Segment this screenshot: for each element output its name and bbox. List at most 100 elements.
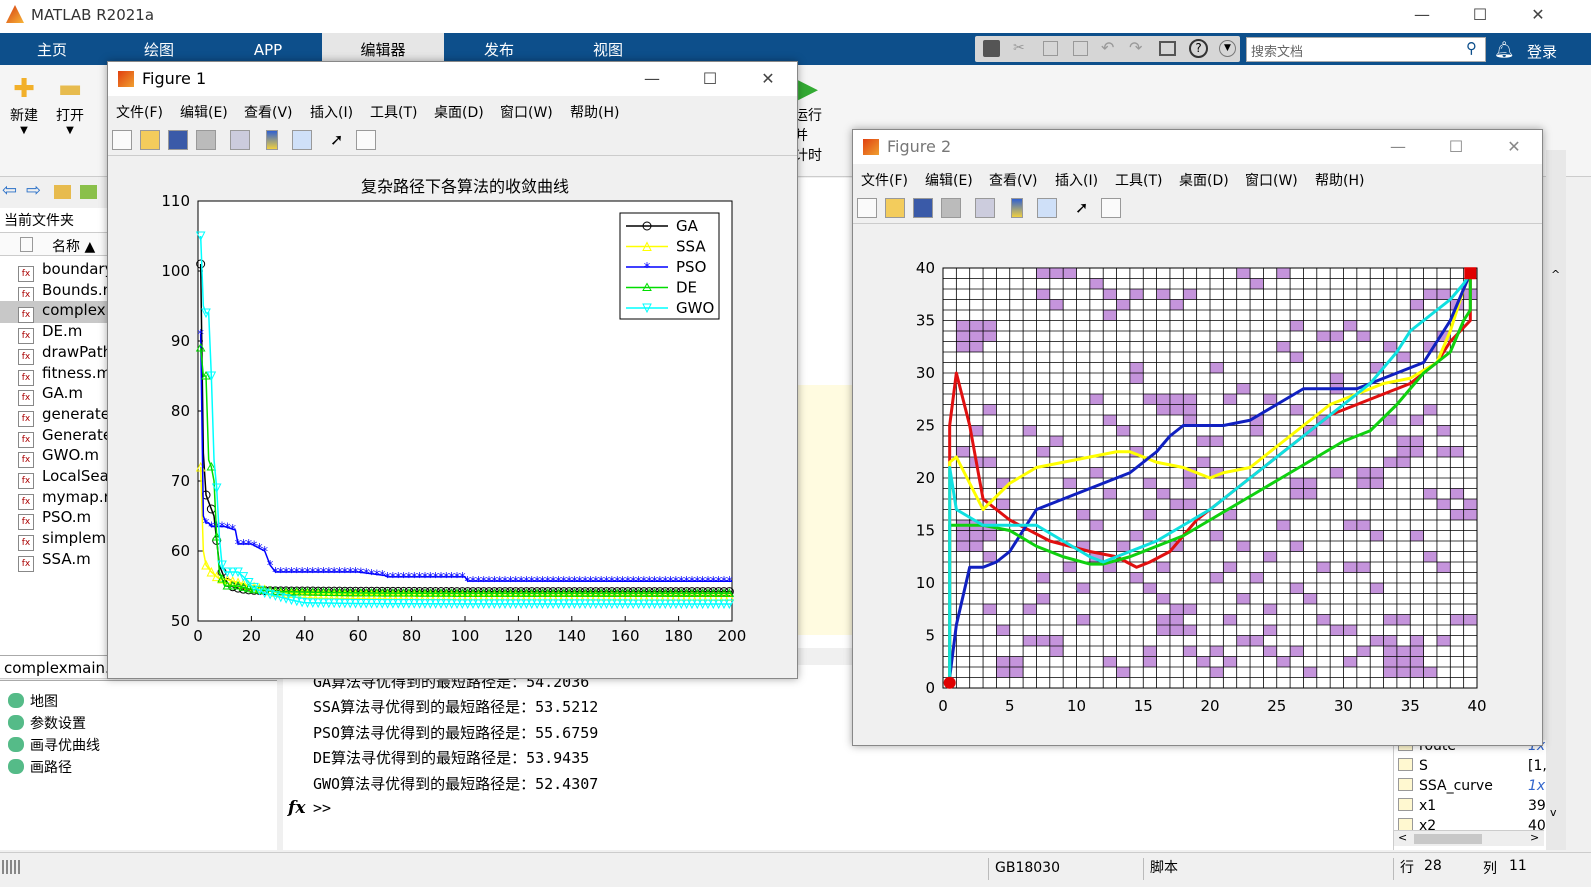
menu-desktop[interactable]: 桌面(D) (434, 102, 484, 122)
maximize-button[interactable]: ☐ (1460, 0, 1500, 30)
menu-tools[interactable]: 工具(T) (1115, 170, 1162, 190)
menu-file[interactable]: 文件(F) (861, 170, 908, 190)
print-icon[interactable] (196, 130, 216, 150)
section-plot-path[interactable]: 画路径 (8, 757, 72, 777)
options-dropdown-icon[interactable]: ▼ (1219, 40, 1236, 57)
scroll-left-icon[interactable]: < (1398, 831, 1407, 844)
menu-edit[interactable]: 编辑(E) (180, 102, 228, 122)
login-link[interactable]: 登录 (1527, 41, 1557, 62)
figure1-maximize-button[interactable]: ☐ (690, 64, 730, 94)
section-params[interactable]: 参数设置 (8, 713, 86, 733)
menu-desktop[interactable]: 桌面(D) (1179, 170, 1229, 190)
menu-view[interactable]: 查看(V) (244, 102, 293, 122)
obstacle-cell (956, 341, 970, 352)
browse-folder-icon[interactable] (80, 185, 97, 199)
figure2-close-button[interactable]: ✕ (1494, 132, 1534, 162)
menu-file[interactable]: 文件(F) (116, 102, 163, 122)
menu-view[interactable]: 查看(V) (989, 170, 1038, 190)
print-icon[interactable] (941, 198, 961, 218)
menu-help[interactable]: 帮助(H) (570, 102, 619, 122)
file-list-item[interactable]: fx generate (18, 405, 108, 427)
section-map[interactable]: 地图 (8, 691, 58, 711)
save-figure-icon[interactable] (913, 198, 933, 218)
redo-icon[interactable]: ↷ (1129, 38, 1142, 57)
section-plot-curve[interactable]: 画寻优曲线 (8, 735, 100, 755)
scroll-down-icon[interactable]: v (1550, 806, 1557, 819)
file-list-item[interactable]: fx mymap.m (18, 488, 108, 510)
file-list-item[interactable]: fx LocalSearch (18, 467, 108, 489)
file-list-item[interactable]: fx DE.m (18, 322, 108, 345)
figure2-minimize-button[interactable]: — (1378, 132, 1418, 162)
file-list-item[interactable]: fx SSA.m (18, 550, 108, 572)
horizontal-scrollbar[interactable]: < > (1394, 830, 1544, 846)
property-editor-icon[interactable] (1101, 198, 1121, 218)
search-icon[interactable]: ⚲ (1466, 39, 1477, 57)
minimize-button[interactable]: — (1402, 0, 1442, 30)
paste-icon[interactable] (1073, 41, 1088, 56)
scroll-right-icon[interactable]: > (1530, 831, 1539, 844)
help-icon[interactable]: ? (1189, 39, 1208, 58)
legend-icon[interactable] (292, 130, 312, 150)
tab-home[interactable]: 主页 (0, 33, 104, 65)
menu-edit[interactable]: 编辑(E) (925, 170, 973, 190)
scroll-thumb[interactable] (1414, 834, 1482, 844)
search-documentation-input[interactable]: 搜索文档 (1246, 37, 1486, 62)
bell-icon[interactable]: 🔔︎ (1494, 40, 1514, 59)
convergence-chart[interactable]: 复杂路径下各算法的收敛曲线 0 20 40 60 80 100 120 140 160 180 200… (108, 157, 797, 677)
vertical-scrollbar[interactable]: ^ v (1546, 150, 1566, 850)
path-map-chart[interactable]: 0 5 10 15 20 25 30 35 40 0 5 10 15 20 25 30 35 40 (853, 225, 1542, 745)
figure1-close-button[interactable]: ✕ (748, 64, 788, 94)
menu-window[interactable]: 窗口(W) (500, 102, 553, 122)
copy-icon[interactable] (1043, 41, 1058, 56)
new-button[interactable]: ✚ 新建 ▼ (2, 73, 46, 136)
back-arrow-icon[interactable]: ⇦ (2, 180, 17, 201)
file-list-item[interactable]: fx Bounds.m (18, 281, 108, 303)
command-prompt[interactable]: >> (313, 799, 331, 817)
open-file-icon[interactable] (885, 198, 905, 218)
new-figure-icon[interactable] (112, 130, 132, 150)
file-list-item[interactable]: fx fitness.m (18, 364, 108, 386)
file-list-item[interactable]: fx Generate (18, 426, 108, 448)
workspace-row[interactable]: x1 39 (1398, 798, 1548, 814)
open-file-icon[interactable] (140, 130, 160, 150)
column-name-header[interactable]: 名称 ▲ (52, 236, 95, 256)
menu-help[interactable]: 帮助(H) (1315, 170, 1364, 190)
colorbar-icon[interactable] (1011, 198, 1023, 218)
scroll-up-icon[interactable]: ^ (1551, 268, 1560, 281)
file-list-item[interactable]: fx simplem (18, 529, 108, 552)
legend-label: PSO (676, 258, 706, 276)
figure1-minimize-button[interactable]: — (632, 64, 672, 94)
file-list-item[interactable]: fx GWO.m (18, 446, 108, 469)
workspace-row[interactable]: S [1, (1398, 758, 1548, 774)
open-button[interactable]: ▬ 打开 ▼ (48, 73, 92, 136)
forward-arrow-icon[interactable]: ⇨ (26, 180, 41, 201)
menu-insert[interactable]: 插入(I) (1055, 170, 1098, 190)
x-tick-label: 0 (193, 627, 203, 645)
colorbar-icon[interactable] (266, 130, 278, 150)
cut-icon[interactable]: ✂ (1013, 40, 1029, 57)
new-figure-icon[interactable] (857, 198, 877, 218)
file-list-item[interactable]: fx drawPath.m (18, 343, 108, 365)
file-list-item[interactable]: fx boundary (18, 260, 108, 282)
link-plot-icon[interactable] (230, 130, 250, 150)
save-figure-icon[interactable] (168, 130, 188, 150)
pointer-icon[interactable]: ➚ (330, 130, 350, 150)
menu-insert[interactable]: 插入(I) (310, 102, 353, 122)
up-folder-icon[interactable] (54, 185, 71, 199)
pointer-icon[interactable]: ➚ (1075, 198, 1095, 218)
menu-window[interactable]: 窗口(W) (1245, 170, 1298, 190)
file-list-item[interactable]: fx PSO.m (18, 508, 108, 531)
workspace-row[interactable]: SSA_curve 1x (1398, 778, 1548, 794)
close-button[interactable]: ✕ (1518, 0, 1558, 30)
legend-icon[interactable] (1037, 198, 1057, 218)
undo-icon[interactable]: ↶ (1101, 38, 1114, 57)
file-list-item[interactable]: fx GA.m (18, 384, 108, 407)
figure2-maximize-button[interactable]: ☐ (1436, 132, 1476, 162)
switch-windows-icon[interactable] (1159, 41, 1176, 56)
save-icon[interactable] (983, 40, 1000, 57)
menu-tools[interactable]: 工具(T) (370, 102, 417, 122)
file-list-item[interactable]: fx complexmain.m (0, 301, 110, 324)
link-plot-icon[interactable] (975, 198, 995, 218)
property-editor-icon[interactable] (356, 130, 376, 150)
fx-icon[interactable]: fx (288, 798, 305, 818)
